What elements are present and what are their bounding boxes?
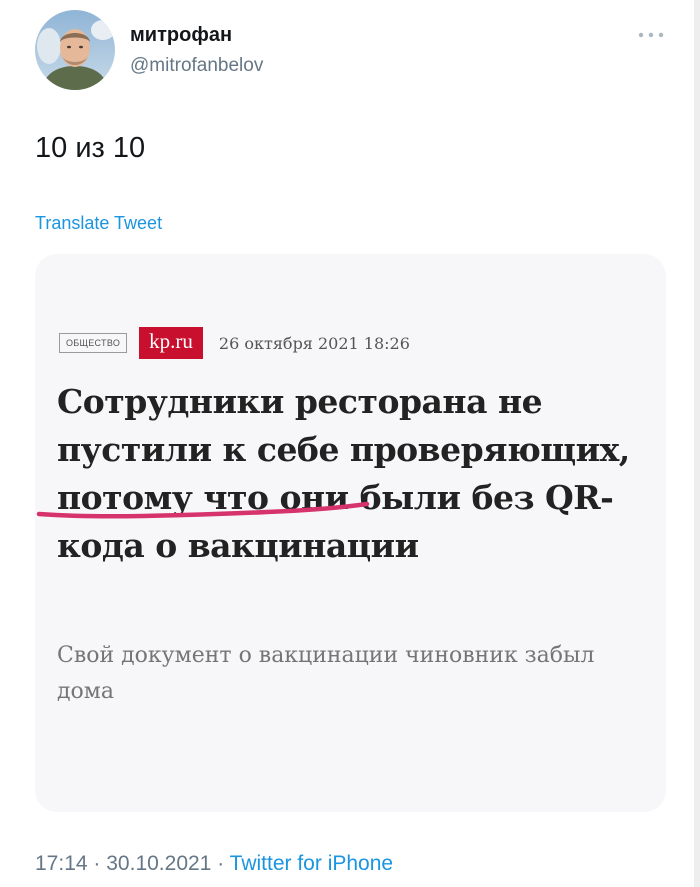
footer-separator: · [93,852,101,875]
footer-separator-2: · [217,852,225,875]
author-display-name[interactable]: митрофан [130,24,232,47]
tweet-date[interactable]: 30.10.2021 [106,852,211,875]
kp-logo: kp.ru [139,327,203,359]
article-subtitle: Свой документ о вакцинации чиновник забы… [57,643,595,704]
tweet-text: 10 из 10 [35,132,146,164]
tweet-footer: 17:14 · 30.10.2021 · Twitter for iPhone [35,852,393,876]
translate-tweet-link[interactable]: Translate Tweet [35,213,162,234]
avatar-photo [35,10,115,90]
article-meta: ОБЩЕСТВО kp.ru 26 октября 2021 18:26 [59,327,410,359]
more-dots-icon [638,32,664,38]
scroll-edge [694,0,700,887]
article-section-tag: ОБЩЕСТВО [59,333,128,353]
author-handle[interactable]: @mitrofanbelov [130,55,263,77]
tweet-source-link[interactable]: Twitter for iPhone [230,852,393,875]
tweet-page: митрофан @mitrofanbelov 10 из 10 Transla… [0,0,700,887]
avatar[interactable] [35,10,115,90]
tweet-media-image[interactable]: ОБЩЕСТВО kp.ru 26 октября 2021 18:26 Сот… [35,254,666,812]
article-date: 26 октября 2021 18:26 [218,333,410,353]
more-options-button[interactable] [636,24,666,46]
article-headline: Сотрудники ресторана не пустили к себе п… [57,382,630,565]
tweet-time: 17:14 [35,852,88,875]
